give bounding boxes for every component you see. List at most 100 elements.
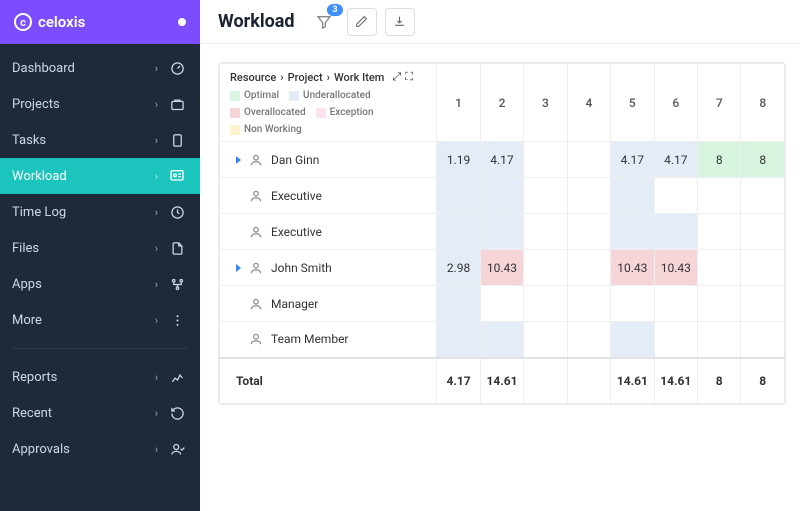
breadcrumb-part: Work Item [334,71,384,84]
sidebar-item-label: More [12,313,155,328]
sidebar-item-more[interactable]: More › [0,302,200,338]
resource-cell[interactable]: John Smith [220,250,437,286]
workload-cell [480,178,523,214]
legend-label: Non Working [244,124,302,135]
expand-triangle-icon[interactable] [236,264,241,272]
sidebar-item-label: Workload [12,169,155,184]
workload-cell [437,178,480,214]
title-bar: Workload 3 [200,0,800,44]
sidebar-item-apps[interactable]: Apps › [0,266,200,302]
chevron-right-icon: › [155,62,158,75]
collapse-icon[interactable]: ⤢ [392,70,401,84]
sidebar-item-tasks[interactable]: Tasks › [0,122,200,158]
workload-cell [611,178,654,214]
edit-button[interactable] [347,8,377,36]
table-row: Executive [220,178,785,214]
chevron-right-icon: › [155,314,158,327]
resource-cell[interactable]: Team Member [220,322,437,358]
total-cell: 4.17 [437,358,480,404]
legend-item: Non Working [230,124,302,135]
sidebar-item-label: Tasks [12,133,155,148]
resource-cell[interactable]: Dan Ginn [220,142,437,178]
workload-cell [654,214,697,250]
chevron-right-icon: › [155,278,158,291]
chevron-right-icon: › [155,242,158,255]
workload-cell [611,322,654,358]
table-row: Manager [220,286,785,322]
legend-label: Exception [330,107,374,118]
workload-cell [698,286,741,322]
filter-badge: 3 [327,4,342,16]
col-header: 7 [698,64,741,142]
resource-name: Manager [271,297,318,311]
sidebar-item-files[interactable]: Files › [0,230,200,266]
col-header: 3 [524,64,567,142]
workload-cell [741,214,785,250]
resource-name: Dan Ginn [271,153,319,167]
sidebar-item-reports[interactable]: Reports › [0,359,200,395]
sidebar-item-icon [166,309,188,331]
chevron-right-icon: › [155,371,158,384]
resource-cell[interactable]: Executive [220,214,437,250]
col-header: 1 [437,64,480,142]
table-row: Executive [220,214,785,250]
total-cell [567,358,610,404]
workload-cell [654,322,697,358]
workload-cell: 1.19 [437,142,480,178]
workload-cell [567,178,610,214]
legend-item: Underallocated [289,90,371,101]
workload-cell [741,250,785,286]
legend-swatch [289,91,299,101]
resource-name: Executive [271,189,322,203]
workload-cell: 8 [698,142,741,178]
resource-cell[interactable]: Manager [220,286,437,322]
legend-swatch [316,108,326,118]
resource-name: Team Member [271,332,349,346]
sidebar-item-approvals[interactable]: Approvals › [0,431,200,467]
page-title: Workload [218,11,295,32]
workload-cell [741,286,785,322]
sidebar-item-icon [166,57,188,79]
main-content: Resource›Project›Work Item ⤢ ⛶ OptimalUn… [200,44,800,511]
sidebar-item-icon [166,165,188,187]
expand-triangle-icon[interactable] [236,156,241,164]
workload-table: Resource›Project›Work Item ⤢ ⛶ OptimalUn… [219,63,785,404]
resource-name: Executive [271,225,322,239]
sidebar-item-label: Files [12,241,155,256]
workload-cell [524,322,567,358]
sidebar-separator [12,348,188,349]
funnel-icon [316,14,332,30]
workload-cell: 8 [741,142,785,178]
sidebar-item-label: Approvals [12,442,155,457]
sidebar-item-icon [166,129,188,151]
sidebar-item-recent[interactable]: Recent › [0,395,200,431]
workload-cell [698,250,741,286]
workload-cell [437,286,480,322]
total-cell: 8 [698,358,741,404]
workload-cell: 4.17 [480,142,523,178]
workload-cell [567,214,610,250]
col-header: 5 [611,64,654,142]
person-icon [249,153,263,167]
legend-label: Optimal [244,90,279,101]
workload-cell [698,178,741,214]
workload-cell [524,286,567,322]
sidebar-item-label: Recent [12,406,155,421]
workload-cell [741,178,785,214]
sidebar-item-label: Projects [12,97,155,112]
legend-label: Underallocated [303,90,371,101]
person-icon [249,297,263,311]
download-button[interactable] [385,8,415,36]
sidebar-item-projects[interactable]: Projects › [0,86,200,122]
filter-button[interactable]: 3 [309,8,339,36]
sidebar-item-workload[interactable]: Workload › [0,158,200,194]
workload-cell [480,322,523,358]
sidebar-item-time-log[interactable]: Time Log › [0,194,200,230]
expand-icon[interactable]: ⛶ [405,70,413,84]
workload-cell [698,214,741,250]
legend-swatch [230,108,240,118]
pencil-icon [355,15,368,28]
table-header-resource: Resource›Project›Work Item ⤢ ⛶ OptimalUn… [220,64,437,142]
resource-cell[interactable]: Executive [220,178,437,214]
sidebar-item-dashboard[interactable]: Dashboard › [0,50,200,86]
